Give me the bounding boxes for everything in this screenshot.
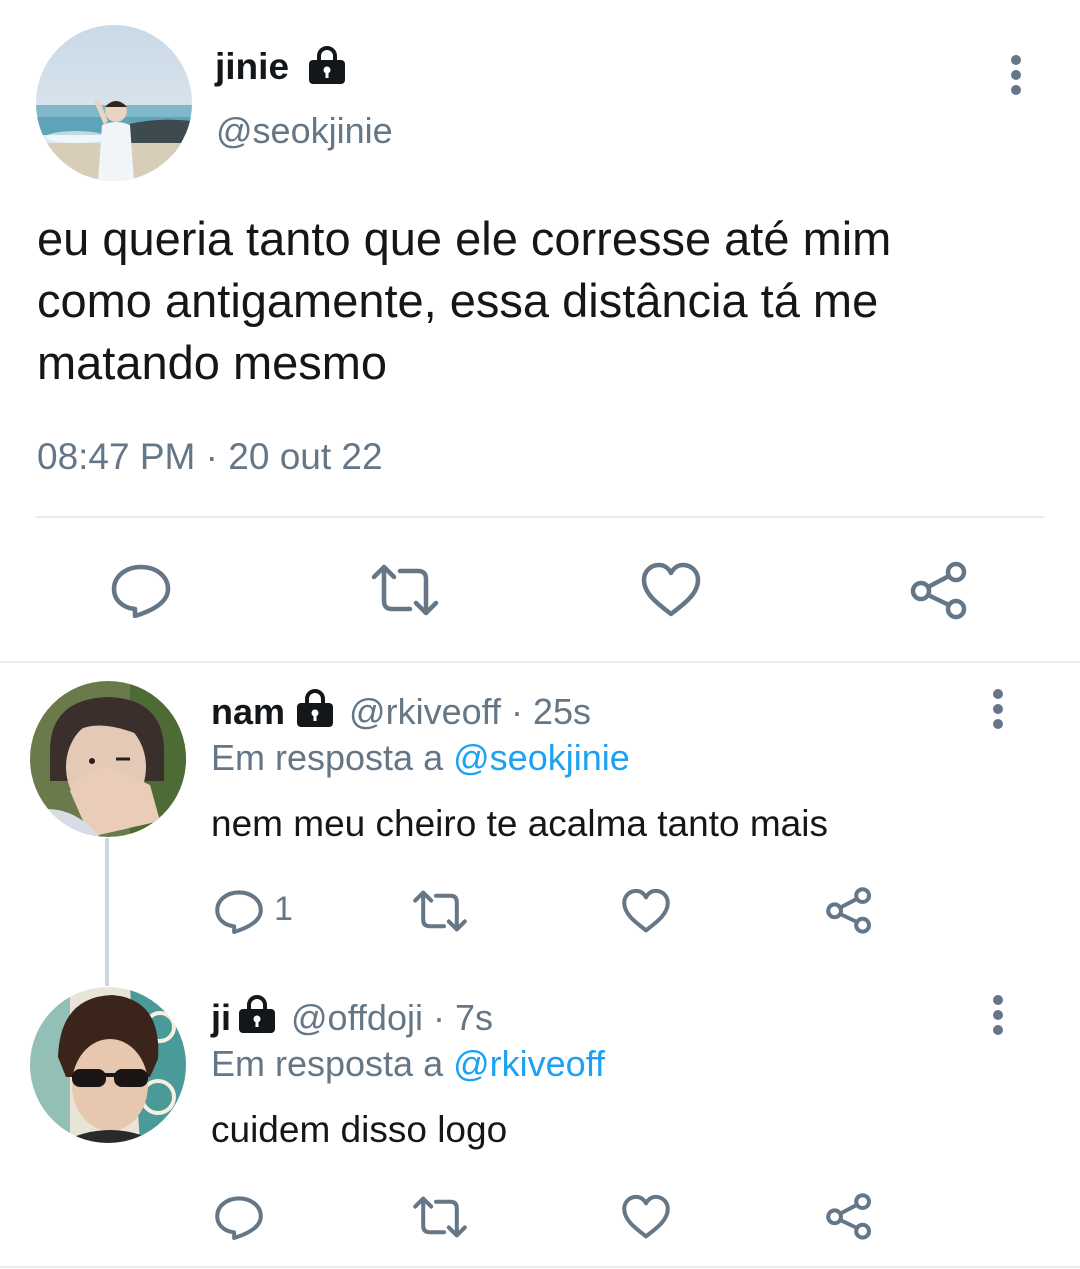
like-icon[interactable]: [621, 1194, 671, 1240]
reply-icon[interactable]: [214, 888, 264, 934]
retweet-icon[interactable]: [412, 1195, 468, 1239]
lock-icon: [237, 994, 277, 1042]
handle[interactable]: @seokjinie: [216, 110, 393, 152]
tweet-text-line: eu queria tanto que ele corresse até mim: [37, 212, 892, 265]
tweet-age: · 7s: [432, 997, 493, 1038]
lock-icon: [307, 45, 347, 89]
avatar[interactable]: [30, 987, 186, 1143]
separator: ·: [205, 436, 218, 477]
more-options-icon[interactable]: [1002, 54, 1030, 96]
reply-to-link[interactable]: @seokjinie: [453, 737, 630, 778]
like-icon[interactable]: [640, 562, 702, 618]
more-options-icon[interactable]: [984, 688, 1012, 730]
display-name[interactable]: jinie: [215, 46, 289, 88]
reply-context: Em resposta a @rkiveoff: [211, 1043, 605, 1085]
divider: [36, 516, 1044, 518]
share-icon[interactable]: [824, 1192, 874, 1240]
thread-line: [105, 838, 109, 986]
display-name[interactable]: nam: [211, 691, 285, 733]
reply-icon[interactable]: [214, 1194, 264, 1240]
reply-prefix: Em resposta a: [211, 737, 444, 778]
lock-icon: [295, 688, 335, 736]
tweet-time: 08:47 PM: [37, 436, 196, 477]
reply-icon[interactable]: [110, 562, 172, 618]
share-icon[interactable]: [824, 886, 874, 934]
tweet-text: eu queria tanto que ele corresse até mim…: [37, 208, 891, 394]
bottom-divider: [0, 1266, 1080, 1268]
tweet-text-line: matando mesmo: [37, 336, 388, 389]
tweet-text-line: como antigamente, essa distância tá me: [37, 274, 879, 327]
tweet-text: nem meu cheiro te acalma tanto mais: [211, 803, 828, 844]
tweet-timestamp[interactable]: 08:47 PM · 20 out 22: [37, 436, 383, 478]
handle[interactable]: @rkiveoff: [349, 691, 501, 733]
tweet-age: · 25s: [510, 691, 592, 732]
tweet-date: 20 out 22: [228, 436, 383, 477]
retweet-icon[interactable]: [370, 563, 440, 617]
reply-count: 1: [274, 890, 293, 928]
avatar[interactable]: [36, 25, 192, 181]
share-icon[interactable]: [908, 560, 970, 620]
handle[interactable]: @offdoji: [291, 997, 423, 1039]
tweet-text: cuidem disso logo: [211, 1109, 508, 1150]
more-options-icon[interactable]: [984, 994, 1012, 1036]
section-divider: [0, 661, 1080, 663]
retweet-icon[interactable]: [412, 889, 468, 933]
avatar[interactable]: [30, 681, 186, 837]
reply-to-link[interactable]: @rkiveoff: [453, 1043, 605, 1084]
reply-prefix: Em resposta a: [211, 1043, 444, 1084]
like-icon[interactable]: [621, 888, 671, 934]
reply-context: Em resposta a @seokjinie: [211, 737, 630, 779]
display-name[interactable]: ji: [211, 997, 231, 1039]
